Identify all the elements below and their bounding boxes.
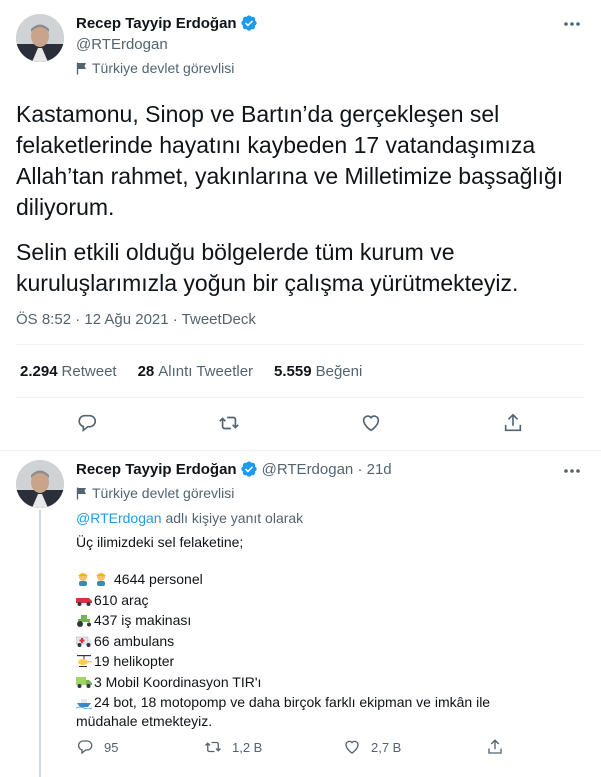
list-item: 3 Mobil Koordinasyon TIR'ı — [76, 673, 546, 693]
reply-retweet-action[interactable]: 1,2 B — [204, 738, 262, 756]
tweet-stats: 2.294 Retweet 28 Alıntı Tweetler 5.559 Beğe… — [20, 363, 362, 380]
replying-to: @RTErdogan adlı kişiye yanıt olarak — [76, 509, 303, 529]
retweet-label: Retweet — [61, 363, 117, 380]
list-item: 4644 personel — [76, 570, 546, 590]
truck-emoji-icon — [76, 675, 92, 689]
like-count: 5.559 — [274, 363, 312, 380]
reply-intro: Üç ilimizdeki sel felaketine; — [76, 534, 244, 550]
ambulance-emoji-icon — [75, 634, 92, 648]
list-item: 66 ambulans — [75, 632, 546, 652]
list-item: 24 bot, 18 motopomp ve daha birçok farkl… — [75, 693, 546, 731]
like-icon[interactable] — [360, 412, 382, 434]
reply-reply-action[interactable]: 95 — [76, 738, 118, 756]
list-item-text: 3 Mobil Koordinasyon TIR'ı — [94, 673, 262, 690]
list-item-text: 24 bot, 18 motopomp ve daha birçok farkl… — [76, 694, 491, 729]
author-avatar[interactable] — [16, 14, 64, 62]
gov-label-text: Türkiye devlet görevlisi — [92, 485, 235, 501]
reply-line-list: 4644 personel 610 araç 437 iş makinası 6… — [75, 570, 546, 731]
boat-emoji-icon — [75, 695, 93, 710]
helicopter-emoji-icon — [76, 654, 92, 668]
gov-label-text: Türkiye devlet görevlisi — [92, 60, 235, 76]
tweet-text-p1: Kastamonu, Sinop ve Bartın’da gerçekleşe… — [16, 101, 564, 220]
retweet-stat[interactable]: 2.294 Retweet — [20, 363, 117, 380]
list-item-text: 4644 personel — [114, 571, 203, 587]
reply-icon[interactable] — [76, 412, 98, 434]
reply-gov-label: Türkiye devlet görevlisi — [76, 485, 234, 501]
tractor-emoji-icon — [76, 613, 92, 627]
quote-stat[interactable]: 28 Alıntı Tweetler — [138, 363, 253, 380]
divider — [16, 397, 584, 398]
reply-author-name[interactable]: Recep Tayyip Erdoğan — [76, 461, 237, 478]
pickup-truck-emoji-icon — [76, 593, 92, 607]
reply-like-action[interactable]: 2,7 B — [343, 738, 401, 756]
replying-to-suffix: adlı kişiye yanıt olarak — [161, 510, 304, 526]
quote-count: 28 — [137, 363, 155, 380]
list-item: 437 iş makinası — [76, 611, 546, 631]
list-item-text: 437 iş makinası — [94, 612, 192, 628]
author-name[interactable]: Recep Tayyip Erdoğan — [76, 15, 237, 32]
reply-handle-time[interactable]: @RTErdogan · 21d — [262, 461, 392, 478]
retweet-icon[interactable] — [218, 412, 240, 434]
verified-badge-icon — [240, 14, 258, 32]
workers-emoji-icon — [76, 572, 112, 586]
more-options-icon[interactable] — [562, 461, 582, 481]
divider — [16, 344, 584, 345]
verified-badge-icon — [240, 460, 258, 478]
reply-count: 95 — [104, 739, 119, 755]
retweet-count: 1,2 B — [232, 739, 263, 755]
thread-line — [39, 510, 41, 777]
list-item: 19 helikopter — [76, 652, 546, 672]
like-stat[interactable]: 5.559 Beğeni — [274, 363, 362, 380]
reply-author-avatar[interactable] — [16, 460, 64, 508]
retweet-icon — [205, 741, 221, 753]
retweet-count: 2.294 — [20, 363, 58, 380]
list-item-text: 610 araç — [94, 591, 149, 608]
divider — [0, 450, 601, 451]
flag-icon — [76, 487, 86, 499]
quote-label: Alıntı Tweetler — [158, 363, 254, 380]
replying-to-handle[interactable]: @RTErdogan — [76, 510, 162, 526]
share-icon[interactable] — [502, 412, 524, 434]
reply-header: Recep Tayyip Erdoğan @RTErdogan · 21d — [76, 460, 392, 478]
like-label: Beğeni — [315, 363, 363, 380]
list-item: 610 araç — [76, 591, 546, 611]
reply-share-action[interactable] — [486, 738, 514, 756]
flag-icon — [76, 62, 86, 74]
more-options-icon[interactable] — [562, 14, 582, 34]
gov-label: Türkiye devlet görevlisi — [76, 60, 234, 76]
reply-icon — [77, 740, 93, 755]
tweet-text-p2: Selin etkili olduğu bölgelerde tüm kurum… — [16, 239, 519, 296]
list-item-text: 66 ambulans — [94, 632, 175, 649]
author-name-row: Recep Tayyip Erdoğan — [76, 14, 258, 32]
tweet-timestamp[interactable]: ÖS 8:52 · 12 Ağu 2021 · TweetDeck — [16, 311, 256, 328]
list-item-text: 19 helikopter — [94, 653, 175, 669]
like-count: 2,7 B — [371, 739, 402, 755]
share-icon — [488, 739, 502, 754]
like-icon — [345, 740, 359, 754]
author-handle[interactable]: @RTErdogan — [76, 36, 168, 53]
